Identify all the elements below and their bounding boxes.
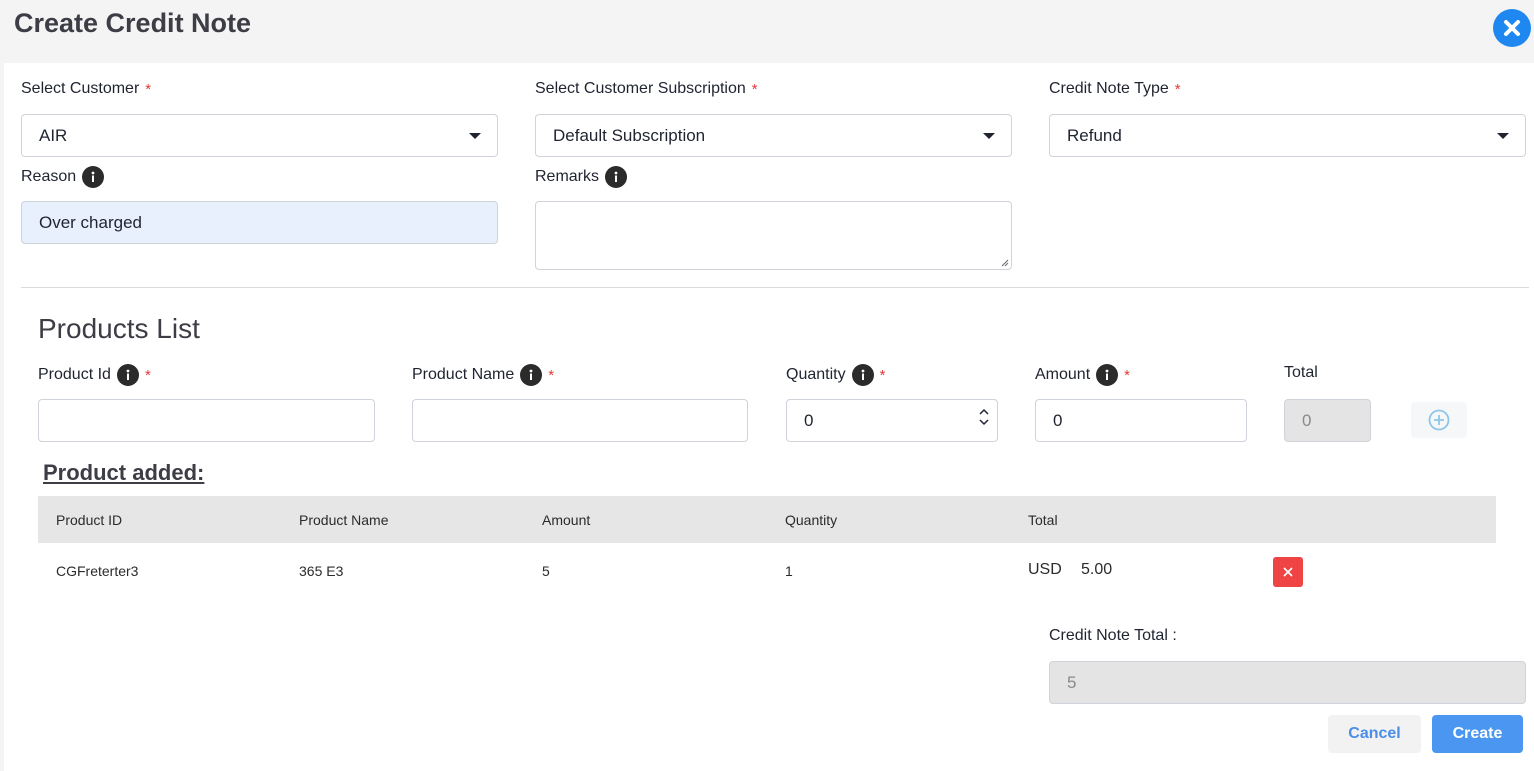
- product-id-input[interactable]: [38, 399, 375, 442]
- remarks-label: Remarks: [535, 166, 628, 188]
- close-icon: [1283, 567, 1293, 577]
- info-icon[interactable]: [520, 364, 543, 386]
- quantity-stepper[interactable]: [979, 408, 989, 426]
- cell-quantity: 1: [785, 563, 793, 579]
- quantity-input[interactable]: 0: [786, 399, 998, 442]
- subscription-label: Select Customer Subscription *: [535, 80, 758, 98]
- remarks-textarea[interactable]: [535, 201, 1012, 270]
- customer-label: Select Customer *: [21, 80, 152, 98]
- chevron-up-icon[interactable]: [979, 408, 989, 415]
- form-panel: Select Customer * Select Customer Subscri…: [4, 63, 1534, 771]
- note-type-select-value: Refund: [1067, 125, 1122, 145]
- info-icon[interactable]: [1096, 364, 1119, 386]
- create-button[interactable]: Create: [1432, 715, 1523, 753]
- cell-product-name: 365 E3: [299, 563, 344, 579]
- quantity-label: Quantity *: [786, 364, 885, 386]
- credit-note-total-label: Credit Note Total :: [1049, 627, 1177, 644]
- column-header-total: Total: [1028, 512, 1058, 528]
- cell-amount: 5: [542, 563, 550, 579]
- column-header-quantity: Quantity: [785, 512, 838, 528]
- plus-circle-icon: [1428, 409, 1450, 431]
- caret-down-icon: [983, 132, 995, 139]
- info-icon[interactable]: [851, 364, 874, 386]
- total-label: Total: [1284, 364, 1318, 381]
- column-header-amount: Amount: [542, 512, 591, 528]
- subscription-select[interactable]: Default Subscription: [535, 114, 1012, 157]
- subscription-select-value: Default Subscription: [553, 125, 706, 145]
- note-type-select[interactable]: Refund: [1049, 114, 1526, 157]
- dialog-title: Create Credit Note: [14, 8, 252, 38]
- add-product-button[interactable]: [1411, 402, 1467, 438]
- product-id-label: Product Id *: [38, 364, 151, 386]
- cell-total-currency: USD: [1028, 561, 1062, 578]
- chevron-down-icon[interactable]: [979, 419, 989, 426]
- column-header-product-name: Product Name: [299, 512, 389, 528]
- cancel-button[interactable]: Cancel: [1328, 715, 1421, 753]
- products-table-header: Product ID Product Name Amount Quantity …: [38, 496, 1496, 543]
- amount-label: Amount *: [1035, 364, 1130, 386]
- section-divider: [21, 287, 1529, 288]
- resize-handle-icon[interactable]: [999, 257, 1009, 267]
- column-header-product-id: Product ID: [56, 512, 123, 528]
- product-added-heading: Product added:: [43, 460, 205, 485]
- product-name-input[interactable]: [412, 399, 748, 442]
- credit-note-total-field: 5: [1049, 661, 1526, 704]
- delete-row-button[interactable]: [1273, 557, 1303, 587]
- close-button[interactable]: [1493, 9, 1531, 47]
- reason-input[interactable]: Over charged: [21, 201, 498, 244]
- info-icon[interactable]: [116, 364, 139, 386]
- info-icon[interactable]: [605, 166, 628, 188]
- amount-input[interactable]: 0: [1035, 399, 1247, 442]
- info-icon[interactable]: [82, 166, 105, 188]
- note-type-label: Credit Note Type *: [1049, 80, 1181, 98]
- reason-label: Reason: [21, 166, 105, 188]
- close-icon: [1504, 20, 1520, 36]
- product-name-label: Product Name *: [412, 364, 554, 386]
- cell-total-value: 5.00: [1081, 561, 1113, 578]
- caret-down-icon: [1497, 132, 1509, 139]
- cell-product-id: CGFreterter3: [56, 563, 139, 579]
- customer-select-value: AIR: [39, 125, 68, 145]
- table-row: CGFreterter3 365 E3 5 1 USD 5.00: [38, 543, 1496, 599]
- products-list-title: Products List: [38, 313, 200, 344]
- line-total-field: 0: [1284, 399, 1371, 442]
- customer-select[interactable]: AIR: [21, 114, 498, 157]
- caret-down-icon: [469, 132, 481, 139]
